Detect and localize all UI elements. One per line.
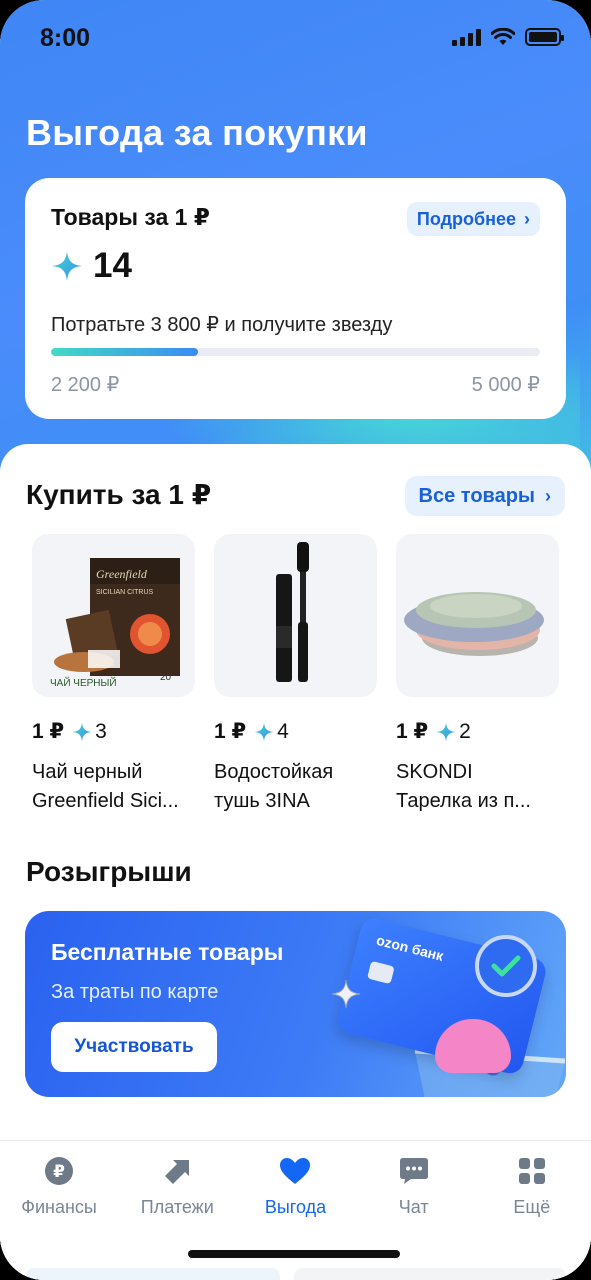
plates-image <box>404 592 544 656</box>
nav-item-payments[interactable]: Платежи <box>118 1155 236 1218</box>
product-name-line1: Водостойкая <box>214 761 334 783</box>
progress-fill <box>51 348 198 356</box>
price-row: 1 ₽ 4 <box>214 719 377 744</box>
star-icon <box>72 722 92 741</box>
product-stars: 4 <box>254 720 289 744</box>
grid-icon <box>516 1155 548 1187</box>
price-row: 1 ₽ 3 <box>32 719 195 744</box>
nav-label: Платежи <box>140 1197 214 1217</box>
progress-min: 2 200 ₽ <box>51 374 120 396</box>
status-bar: 8:00 <box>0 0 591 78</box>
home-indicator[interactable] <box>188 1250 400 1258</box>
nav-label: Ещё <box>513 1197 551 1217</box>
sparkle-icon <box>331 979 361 1009</box>
buy-section-title: Купить за 1 ₽ <box>26 479 212 510</box>
join-button[interactable]: Участвовать <box>51 1022 217 1072</box>
nav-label: Чат <box>398 1197 429 1217</box>
wifi-icon <box>491 28 515 45</box>
promo-hint: Потратьте 3 800 ₽ и получите звезду <box>51 314 393 336</box>
tea-caption-text: ЧАЙ ЧЕРНЫЙ <box>50 676 117 689</box>
heart-icon <box>279 1155 311 1187</box>
status-icons <box>452 28 564 46</box>
product-stars-count: 3 <box>95 719 107 743</box>
product-name-line1: SKONDI <box>396 761 473 783</box>
product-carousel[interactable]: Greenfield SICILIAN CITRUS ЧАЙ ЧЕРНЫЙ 20… <box>32 534 559 816</box>
nav-item-more[interactable]: Ещё <box>473 1155 591 1218</box>
card-chip <box>367 960 395 985</box>
nav-item-benefits[interactable]: Выгода <box>236 1155 354 1218</box>
bottom-nav: ₽ Финансы Платежи Выгода Чат Ещё <box>0 1140 591 1280</box>
product-price: 1 ₽ <box>32 720 65 743</box>
draw-title: Бесплатные товары <box>51 939 284 965</box>
product-stars-count: 4 <box>277 719 289 743</box>
product-name-line1: Чай черный <box>32 761 143 783</box>
phone-screen: 8:00 Выгода за покупки Товары за 1 ₽ Под… <box>0 0 591 1280</box>
tea-box-image: Greenfield SICILIAN CITRUS ЧАЙ ЧЕРНЫЙ 20 <box>50 558 180 689</box>
transfer-icon <box>161 1155 193 1187</box>
product-stars: 2 <box>436 720 471 744</box>
product-name-line2: Greenfield Sici... <box>32 790 179 812</box>
svg-text:₽: ₽ <box>53 1162 65 1182</box>
product-card[interactable]: 1 ₽ 4 Водостойкая тушь 3INA <box>214 534 377 816</box>
product-stars: 3 <box>72 720 107 744</box>
all-products-label: Все товары <box>418 484 535 507</box>
chevron-right-icon: › <box>524 208 530 229</box>
product-name-line2: тушь 3INA <box>214 790 310 812</box>
draws-section-title: Розыгрыши <box>26 856 192 887</box>
draw-banner[interactable]: Бесплатные товары За траты по карте Учас… <box>25 911 566 1097</box>
battery-icon <box>525 28 564 46</box>
more-button-label: Подробнее <box>416 208 516 229</box>
star-icon <box>254 722 274 741</box>
progress-bar <box>51 348 540 356</box>
tea-count-text: 20 <box>160 672 172 683</box>
bank-card-brand: ozon банк <box>374 931 446 964</box>
more-button[interactable]: Подробнее › <box>406 202 540 236</box>
product-image-tea: Greenfield SICILIAN CITRUS ЧАЙ ЧЕРНЫЙ 20 <box>32 534 195 697</box>
star-icon <box>436 722 456 741</box>
nav-label: Выгода <box>264 1197 327 1217</box>
product-price: 1 ₽ <box>396 720 429 743</box>
peek-card <box>294 1268 566 1280</box>
product-card[interactable]: 1 ₽ 2 SKONDI Тарелка из п... <box>396 534 559 816</box>
promo-card[interactable]: Товары за 1 ₽ Подробнее › 14 Потратьте 3… <box>25 178 566 419</box>
nav-label: Финансы <box>21 1197 97 1217</box>
chat-icon <box>398 1155 430 1187</box>
mascara-image <box>276 542 309 682</box>
product-image-mascara <box>214 534 377 697</box>
product-name-line2: Тарелка из п... <box>396 790 531 812</box>
check-icon <box>475 935 537 997</box>
stars-balance: 14 <box>51 246 132 286</box>
price-row: 1 ₽ 2 <box>396 719 559 744</box>
draw-subtitle: За траты по карте <box>51 981 219 1003</box>
tea-flavor-text: SICILIAN CITRUS <box>96 589 154 596</box>
product-card[interactable]: Greenfield SICILIAN CITRUS ЧАЙ ЧЕРНЫЙ 20… <box>32 534 195 816</box>
product-stars-count: 2 <box>459 719 471 743</box>
product-price: 1 ₽ <box>214 720 247 743</box>
status-time: 8:00 <box>40 24 91 52</box>
promo-title: Товары за 1 ₽ <box>51 204 210 230</box>
nav-item-finance[interactable]: ₽ Финансы <box>0 1155 118 1218</box>
all-products-button[interactable]: Все товары › <box>404 476 565 516</box>
signal-icon <box>452 28 481 46</box>
progress-max: 5 000 ₽ <box>471 374 540 396</box>
page-title: Выгода за покупки <box>26 112 368 153</box>
tea-brand-text: Greenfield <box>96 567 148 581</box>
nav-item-chat[interactable]: Чат <box>355 1155 473 1218</box>
star-icon <box>52 251 82 281</box>
peek-card <box>26 1268 280 1280</box>
chevron-right-icon: › <box>545 485 551 506</box>
product-image-plates <box>396 534 559 697</box>
ruble-icon: ₽ <box>43 1155 75 1187</box>
stars-count: 14 <box>93 246 132 285</box>
